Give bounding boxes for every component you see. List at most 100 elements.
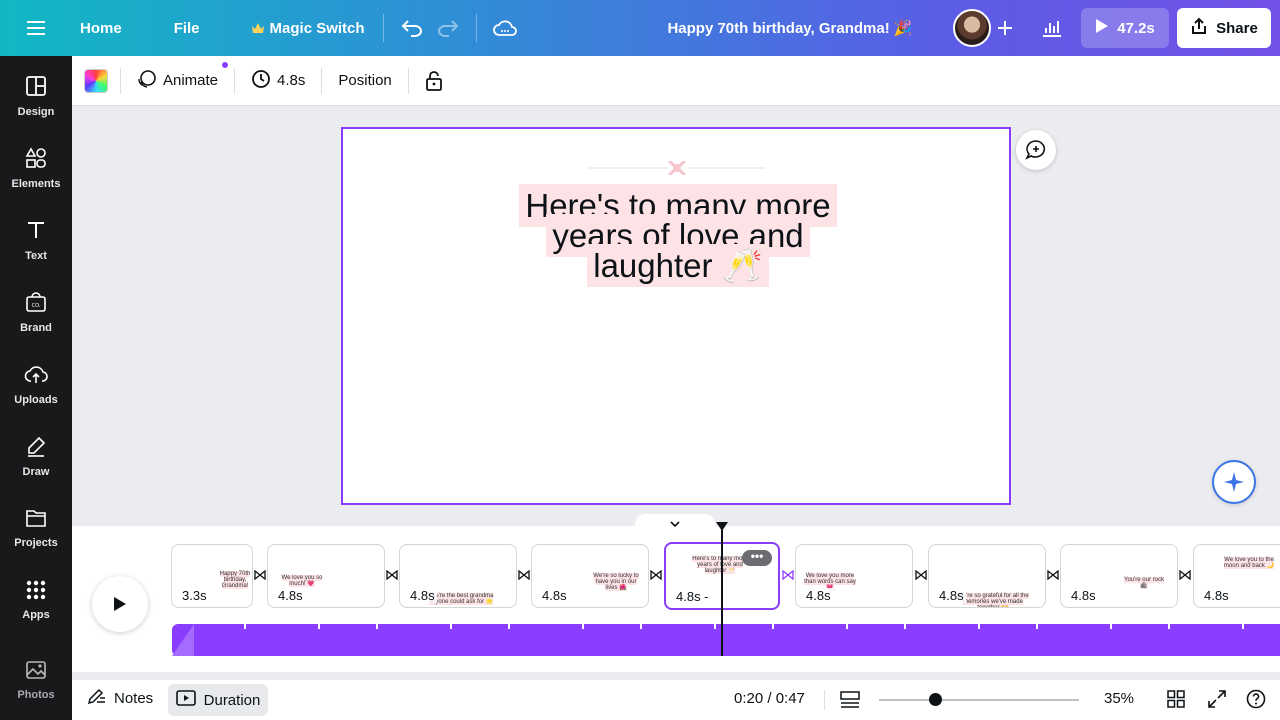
beat-marker — [640, 624, 642, 629]
transition-icon[interactable] — [781, 568, 795, 582]
magic-switch-button[interactable]: Magic Switch — [244, 20, 373, 37]
timeline-clip[interactable]: You're the best grandma anyone could ask… — [399, 544, 517, 608]
sidebar-item-uploads[interactable]: Uploads — [0, 352, 72, 416]
position-button[interactable]: Position — [334, 72, 395, 89]
redo-icon[interactable] — [430, 10, 466, 46]
timeline-clip[interactable]: We love you so much! 💗 4.8s — [267, 544, 385, 608]
divider — [382, 14, 384, 42]
sidebar-item-apps[interactable]: Apps — [0, 568, 72, 632]
sidebar-item-label: Text — [25, 249, 47, 262]
timeline-clip[interactable]: You're our rock 🪨 4.8s — [1060, 544, 1178, 608]
playback-time: 0:20 / 0:47 — [734, 690, 805, 707]
duration-toggle-label: Duration — [203, 691, 261, 709]
duration-toggle-button[interactable]: Duration — [168, 684, 268, 716]
collapse-timeline-icon[interactable] — [635, 514, 715, 534]
fullscreen-icon[interactable] — [1206, 688, 1228, 710]
slide-canvas[interactable]: Here's to many more years of love and la… — [341, 127, 1011, 505]
zoom-slider-handle[interactable] — [929, 693, 942, 706]
clip-duration: 4.8s — [1202, 588, 1231, 603]
playhead-handle[interactable] — [715, 522, 729, 532]
transition-icon[interactable] — [1178, 568, 1192, 582]
undo-icon[interactable] — [394, 10, 430, 46]
home-link[interactable]: Home — [72, 20, 130, 37]
notification-dot — [222, 61, 229, 68]
transition-icon[interactable] — [914, 568, 928, 582]
cloud-sync-icon[interactable] — [487, 10, 523, 46]
animate-button[interactable]: Animate — [133, 61, 229, 93]
photos-icon — [25, 660, 47, 685]
beat-marker — [582, 624, 584, 629]
lock-icon[interactable] — [421, 70, 447, 91]
play-duration: 47.2s — [1117, 19, 1155, 37]
beat-marker — [772, 624, 774, 629]
clip-thumbnail-text: Here's to many more years of love and la… — [692, 556, 748, 574]
magic-assistant-icon[interactable] — [1212, 460, 1256, 504]
present-play-button[interactable]: 47.2s — [1081, 8, 1169, 48]
beat-marker — [1110, 624, 1112, 629]
timeline-clip[interactable]: We love you to the moon and back 🌙 4.8s — [1193, 544, 1280, 608]
document-title[interactable]: Happy 70th birthday, Grandma! 🎉 — [640, 19, 940, 37]
timeline-clip[interactable]: Happy 70th birthday, Grandma! 3.3s — [171, 544, 253, 608]
add-comment-icon[interactable] — [1016, 130, 1056, 170]
page-view-icon[interactable] — [840, 690, 860, 715]
sidebar-item-photos[interactable]: Photos — [0, 648, 72, 712]
sidebar-item-draw[interactable]: Draw — [0, 424, 72, 488]
timeline-clip[interactable]: We're so grateful for all the memories w… — [928, 544, 1046, 608]
elements-icon — [25, 146, 47, 174]
transition-icon[interactable] — [385, 568, 399, 582]
avatar[interactable] — [953, 9, 991, 47]
add-collaborator-icon[interactable] — [991, 14, 1019, 42]
uploads-icon — [24, 363, 48, 390]
color-picker-swatch[interactable] — [84, 68, 108, 93]
beat-marker — [1036, 624, 1038, 629]
help-icon[interactable] — [1245, 688, 1267, 710]
beat-marker — [244, 624, 246, 629]
transition-icon[interactable] — [1046, 568, 1060, 582]
clip-thumbnail-text: You're our rock 🪨 — [1124, 577, 1164, 589]
draw-icon — [25, 435, 47, 462]
sidebar-item-label: Brand — [20, 321, 52, 334]
transition-icon[interactable] — [253, 568, 267, 582]
file-menu[interactable]: File — [166, 20, 208, 37]
sidebar-item-design[interactable]: Design — [0, 64, 72, 128]
clock-icon — [251, 69, 271, 93]
transition-icon[interactable] — [517, 568, 531, 582]
slide-heading[interactable]: Here's to many more years of love and la… — [511, 184, 845, 287]
clip-thumbnail-text: We love you so much! 💗 — [281, 575, 323, 587]
play-icon — [1095, 18, 1109, 38]
projects-icon — [25, 508, 47, 533]
clip-thumbnail-text: We're so grateful for all the memories w… — [957, 593, 1029, 607]
divider — [407, 67, 409, 94]
transition-icon[interactable] — [649, 568, 663, 582]
clip-duration: 4.8s — [276, 588, 305, 603]
timeline-clip[interactable]: We love you more than words can say 💗 4.… — [795, 544, 913, 608]
zoom-slider-track[interactable] — [879, 699, 1079, 701]
audio-track-handle[interactable] — [172, 624, 194, 656]
sidebar-item-elements[interactable]: Elements — [0, 136, 72, 200]
video-duration-icon — [175, 690, 196, 710]
apps-icon — [26, 580, 46, 605]
playhead[interactable] — [721, 530, 723, 656]
grid-view-icon[interactable] — [1165, 688, 1187, 710]
sidebar-item-projects[interactable]: Projects — [0, 496, 72, 560]
timeline-clip[interactable]: We're so lucky to have you in our lives … — [531, 544, 649, 608]
sidebar-item-brand[interactable]: CO. Brand — [0, 280, 72, 344]
more-options-button[interactable]: ••• — [742, 550, 772, 566]
audio-track[interactable] — [172, 624, 1280, 656]
clip-duration: 4.8s — [804, 588, 833, 603]
duration-button[interactable]: 4.8s — [247, 69, 309, 93]
text-icon — [25, 219, 47, 246]
share-button[interactable]: Share — [1177, 8, 1271, 48]
top-bar: Home File Magic Switch Happy 70th birthd… — [0, 0, 1280, 56]
clip-duration: 4.8s — [1069, 588, 1098, 603]
slide-heading-line: laughter 🥂 — [587, 244, 769, 287]
timeline-play-button[interactable] — [92, 576, 148, 632]
menu-icon[interactable] — [0, 0, 72, 56]
design-icon — [25, 75, 47, 102]
zoom-level[interactable]: 35% — [1104, 690, 1134, 707]
insights-icon[interactable] — [1034, 10, 1070, 46]
sidebar-item-text[interactable]: Text — [0, 208, 72, 272]
clip-duration: 4.8s — [540, 588, 569, 603]
brand-icon: CO. — [25, 291, 47, 318]
notes-button[interactable]: Notes — [87, 688, 153, 708]
